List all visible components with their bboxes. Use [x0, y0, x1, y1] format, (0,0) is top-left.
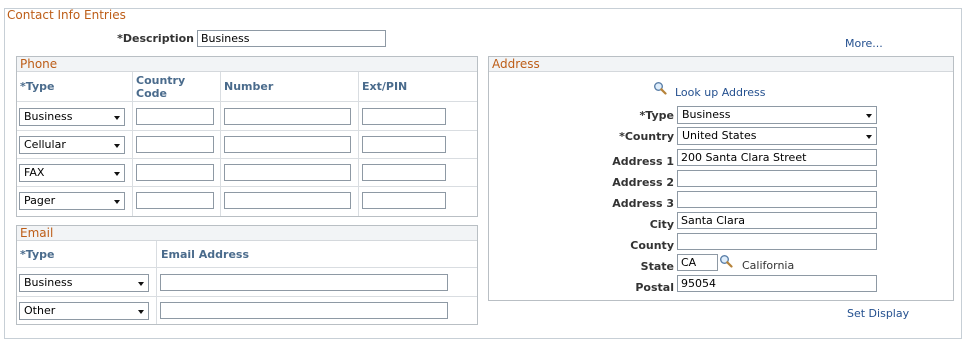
- chevron-down-icon: [114, 116, 120, 120]
- phone-ext-header: Ext/PIN: [362, 80, 408, 93]
- email-type-value: Business: [24, 276, 73, 289]
- grid-divider: [220, 72, 221, 216]
- county-label: County: [630, 239, 674, 252]
- lookup-address-link[interactable]: Look up Address: [675, 86, 766, 99]
- chevron-down-icon: [138, 310, 144, 314]
- state-label: State: [640, 260, 674, 273]
- phone-type-select[interactable]: FAX: [19, 164, 125, 182]
- magnifier-icon: [653, 81, 667, 95]
- address-title: Address: [492, 57, 540, 71]
- grid-divider: [132, 72, 133, 216]
- phone-number-input[interactable]: [224, 108, 351, 125]
- phone-ext-input[interactable]: [362, 192, 446, 209]
- address-type-select[interactable]: Business: [677, 106, 877, 124]
- phone-ext-input[interactable]: [362, 164, 446, 181]
- phone-type-select[interactable]: Pager: [19, 192, 125, 210]
- chevron-down-icon: [114, 144, 120, 148]
- postal-label: Postal: [635, 281, 674, 294]
- chevron-down-icon: [866, 135, 872, 139]
- address1-label: Address 1: [612, 155, 674, 168]
- county-input[interactable]: [677, 233, 877, 250]
- magnifier-icon: [719, 254, 733, 268]
- phone-ext-input[interactable]: [362, 136, 446, 153]
- chevron-down-icon: [114, 172, 120, 176]
- address2-label: Address 2: [612, 176, 674, 189]
- chevron-down-icon: [114, 200, 120, 204]
- phone-type-value: FAX: [24, 166, 45, 179]
- city-input[interactable]: Santa Clara: [677, 212, 877, 229]
- description-label: *Description: [117, 32, 194, 45]
- state-description: California: [742, 259, 795, 272]
- email-address-header: Email Address: [161, 248, 250, 261]
- email-address-input[interactable]: [160, 274, 448, 291]
- grid-divider: [17, 186, 477, 187]
- grid-divider: [17, 130, 477, 131]
- description-input[interactable]: Business: [197, 30, 386, 47]
- email-group-header: Email: [17, 226, 477, 241]
- grid-divider: [17, 267, 477, 268]
- address3-label: Address 3: [612, 197, 674, 210]
- address1-input[interactable]: 200 Santa Clara Street: [677, 149, 877, 166]
- phone-type-select[interactable]: Business: [19, 108, 125, 126]
- phone-group-header: Phone: [17, 57, 477, 72]
- state-lookup-button[interactable]: [719, 254, 733, 271]
- postal-input[interactable]: 95054: [677, 275, 877, 292]
- phone-number-input[interactable]: [224, 136, 351, 153]
- phone-country-code-input[interactable]: [136, 108, 214, 125]
- address-type-value: Business: [682, 108, 731, 121]
- phone-country-code-input[interactable]: [136, 192, 214, 209]
- address-group-header: Address: [489, 57, 953, 72]
- chevron-down-icon: [866, 114, 872, 118]
- phone-type-value: Cellular: [24, 138, 66, 151]
- address2-input[interactable]: [677, 170, 877, 187]
- phone-title: Phone: [20, 57, 58, 71]
- country-value: United States: [682, 129, 757, 142]
- email-address-input[interactable]: [160, 302, 448, 319]
- phone-country-code-input[interactable]: [136, 136, 214, 153]
- phone-number-header: Number: [224, 80, 274, 93]
- grid-divider: [358, 72, 359, 216]
- more-link[interactable]: More...: [845, 37, 883, 50]
- country-select[interactable]: United States: [677, 127, 877, 145]
- lookup-address-button[interactable]: [653, 81, 667, 98]
- section-title: Contact Info Entries: [7, 8, 126, 22]
- set-display-link[interactable]: Set Display: [847, 307, 909, 320]
- phone-type-select[interactable]: Cellular: [19, 136, 125, 154]
- country-label: *Country: [619, 130, 674, 143]
- grid-divider: [17, 158, 477, 159]
- phone-country-header-1: Country: [136, 74, 186, 87]
- city-label: City: [649, 218, 674, 231]
- phone-type-value: Pager: [24, 194, 56, 207]
- grid-divider: [17, 101, 477, 102]
- grid-divider: [17, 296, 477, 297]
- email-title: Email: [20, 226, 54, 240]
- phone-ext-input[interactable]: [362, 108, 446, 125]
- phone-type-value: Business: [24, 110, 73, 123]
- email-type-select[interactable]: Other: [19, 302, 149, 320]
- email-type-header: *Type: [20, 248, 55, 261]
- phone-type-header: *Type: [20, 80, 55, 93]
- chevron-down-icon: [138, 282, 144, 286]
- phone-number-input[interactable]: [224, 164, 351, 181]
- grid-divider: [156, 241, 157, 324]
- phone-country-code-input[interactable]: [136, 164, 214, 181]
- email-type-select[interactable]: Business: [19, 274, 149, 292]
- phone-country-header-2: Code: [136, 87, 167, 100]
- phone-number-input[interactable]: [224, 192, 351, 209]
- address-type-label: *Type: [639, 109, 674, 122]
- email-type-value: Other: [24, 304, 56, 317]
- address3-input[interactable]: [677, 191, 877, 208]
- state-input[interactable]: CA: [677, 254, 718, 271]
